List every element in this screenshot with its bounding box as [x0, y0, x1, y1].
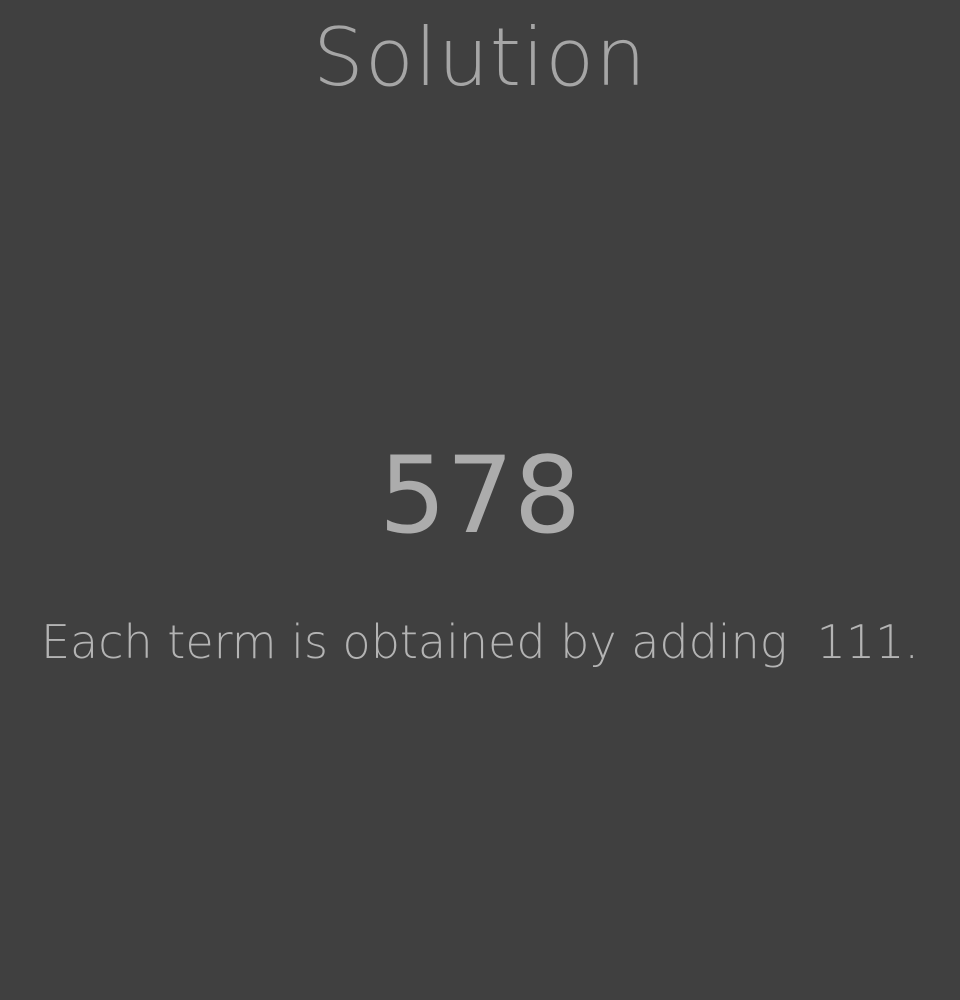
explanation-text: Each term is obtained by adding 111.	[40, 615, 920, 669]
page-title: Solution	[313, 11, 647, 104]
solution-screen: Solution 578 Each term is obtained by ad…	[0, 0, 960, 1000]
answer-value: 578	[378, 434, 582, 557]
